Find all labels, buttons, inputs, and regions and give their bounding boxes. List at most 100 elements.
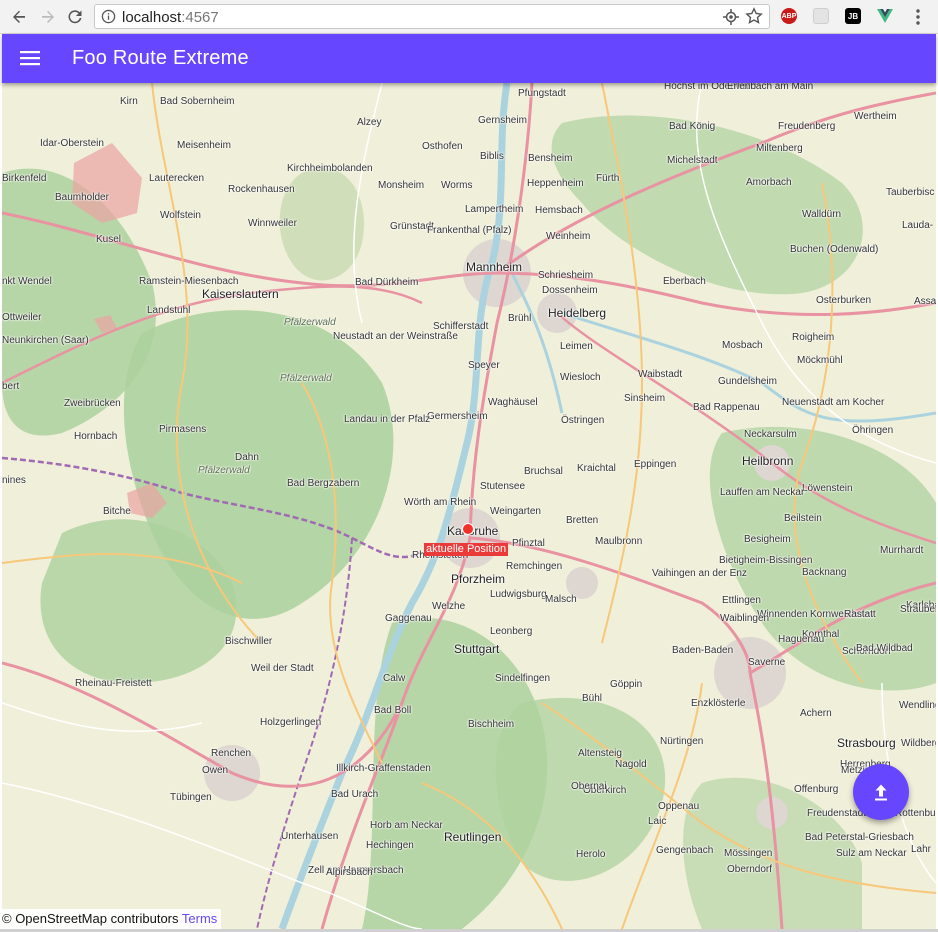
location-icon[interactable] xyxy=(723,9,739,25)
map-place-label: Göppin xyxy=(610,679,643,690)
map-place-label: Assa xyxy=(914,296,936,307)
map-place-label: Lampertheim xyxy=(465,204,524,215)
map-place-label: Vaihingen an der Enz xyxy=(652,568,747,579)
current-position-marker[interactable] xyxy=(463,524,473,534)
map-place-label: Wörth am Rhein xyxy=(404,497,477,508)
map-place-label: Bad König xyxy=(669,121,716,132)
map-place-label: Murrhardt xyxy=(880,545,924,556)
map-place-label: Rockenhausen xyxy=(228,184,295,195)
map-place-label: Baden-Baden xyxy=(672,645,734,656)
back-button[interactable] xyxy=(7,5,31,29)
map-place-label: Lauterecken xyxy=(149,173,205,184)
map-place-label: Bruchsal xyxy=(524,466,563,477)
map-place-label: Nagold xyxy=(615,759,647,770)
map-place-label: Waibstadt xyxy=(638,369,683,380)
forward-button[interactable] xyxy=(36,5,60,29)
map-place-label: Heidelberg xyxy=(548,306,607,320)
map-place-label: Biblis xyxy=(480,151,504,162)
vue-devtools-icon[interactable] xyxy=(877,8,893,24)
map-place-label: Bad Peterstal-Griesbach xyxy=(805,832,914,843)
map-place-label: Enzklösterle xyxy=(691,698,746,709)
map-place-label: Backnang xyxy=(802,567,847,578)
arrow-right-icon xyxy=(42,10,54,23)
map-place-label: Pfälzerwald xyxy=(280,373,332,384)
map-place-label: Stuttgart xyxy=(454,642,500,656)
map-place-label: Walldürn xyxy=(802,209,842,220)
address-bar[interactable]: localhost:4567 xyxy=(94,4,770,29)
map-place-label: Erlenbach am Main xyxy=(727,83,814,92)
map-place-label: Bischwiller xyxy=(225,636,273,647)
map-place-label: Rastatt xyxy=(844,609,876,620)
map-place-label: Östringen xyxy=(561,415,605,426)
map-place-label: Alzey xyxy=(357,117,382,128)
extension-icon[interactable] xyxy=(813,8,829,24)
map-place-label: Holzgerlingen xyxy=(260,717,322,728)
current-position-label: aktuelle Position xyxy=(424,543,509,556)
map-place-label: Waiblingen xyxy=(720,613,770,624)
map-place-label: Heppenheim xyxy=(527,178,584,189)
map-place-label: Kaiserslautern xyxy=(202,287,279,301)
map-place-label: Welzhe xyxy=(432,601,466,612)
map-place-label: Pfungstadt xyxy=(518,88,566,99)
map-place-label: Pforzheim xyxy=(451,572,506,586)
info-icon[interactable] xyxy=(101,9,116,24)
map-place-label: Dossenheim xyxy=(542,285,598,296)
map-place-label: Mannheim xyxy=(466,260,523,274)
hamburger-menu-icon[interactable] xyxy=(20,48,40,68)
map-place-label: Monsheim xyxy=(378,180,425,191)
url-text: localhost:4567 xyxy=(122,9,219,26)
map-place-label: Neustadt an der Weinstraße xyxy=(333,331,458,342)
map-place-label: Bad Bergzabern xyxy=(287,478,360,489)
map-place-label: Hemsbach xyxy=(535,205,583,216)
map-place-label: Lauffen am Neckar xyxy=(720,487,805,498)
map-place-label: Remchingen xyxy=(506,561,563,572)
map-place-label: Straubenhardt xyxy=(900,604,936,615)
map-place-label: Bitche xyxy=(103,506,131,517)
upload-route-button[interactable] xyxy=(853,764,909,820)
map-place-label: Heilbronn xyxy=(742,454,794,468)
map-place-label: Wendlingen am Neckar xyxy=(899,700,936,711)
map-place-label: Bischheim xyxy=(468,719,515,730)
map-place-label: Osthofen xyxy=(422,141,463,152)
map-place-label: Ottweiler xyxy=(2,312,42,323)
map-place-label: Dahn xyxy=(235,452,259,463)
map-place-label: Bietigheim-Bissingen xyxy=(719,555,813,566)
browser-menu-icon[interactable] xyxy=(910,7,926,27)
map-place-label: Kusel xyxy=(96,234,122,245)
adblock-extension-icon[interactable]: ABP xyxy=(781,8,797,24)
jetbrains-extension-icon[interactable]: JB xyxy=(845,8,861,24)
map-place-label: Hechingen xyxy=(366,840,414,851)
map-place-label: Pfälzerwald xyxy=(198,465,250,476)
map-place-label: Speyer xyxy=(468,360,500,371)
map-place-label: bert xyxy=(2,381,20,392)
map-place-label: Waghäusel xyxy=(488,397,538,408)
map-place-label: Kirchheimbolanden xyxy=(287,163,373,174)
map-place-label: Freudenberg xyxy=(778,121,836,132)
map-place-label: Pfälzerwald xyxy=(284,317,336,328)
bookmark-star-icon[interactable] xyxy=(745,7,763,25)
map-place-label: Ludwigsburg xyxy=(490,589,547,600)
map-place-label: Lauda- xyxy=(902,220,934,231)
map-view[interactable]: Pfungstadt Hochst im Odenwald Erlenbach am… xyxy=(2,83,936,929)
map-place-label: nines xyxy=(2,475,26,486)
map-place-label: Neunkirchen (Saar) xyxy=(2,335,89,346)
map-place-label: Herolo xyxy=(576,849,606,860)
map-place-label: Beilstein xyxy=(784,513,822,524)
map-place-label: Weinheim xyxy=(546,231,591,242)
terms-link[interactable]: Terms xyxy=(182,911,217,926)
map-place-label: Miltenberg xyxy=(756,143,803,154)
map-place-label: Wildberg xyxy=(901,738,936,749)
reload-button[interactable] xyxy=(63,5,87,29)
app-bar: Foo Route Extreme xyxy=(2,34,936,83)
map-place-label: Schriesheim xyxy=(538,270,594,281)
map-place-label: Baumholder xyxy=(55,192,109,203)
map-place-label: Osterburken xyxy=(816,295,872,306)
map-place-label: Wolfstein xyxy=(160,210,201,221)
map-place-label: Bad Urach xyxy=(331,789,379,800)
map-place-label: Zweibrücken xyxy=(64,398,121,409)
map-place-label: Calw xyxy=(383,673,406,684)
map-place-label: Winnweiler xyxy=(248,218,297,229)
map-place-label: Leonberg xyxy=(490,626,533,637)
map-place-label: Eberbach xyxy=(663,276,706,287)
map-place-label: Sulz am Neckar xyxy=(836,848,907,859)
